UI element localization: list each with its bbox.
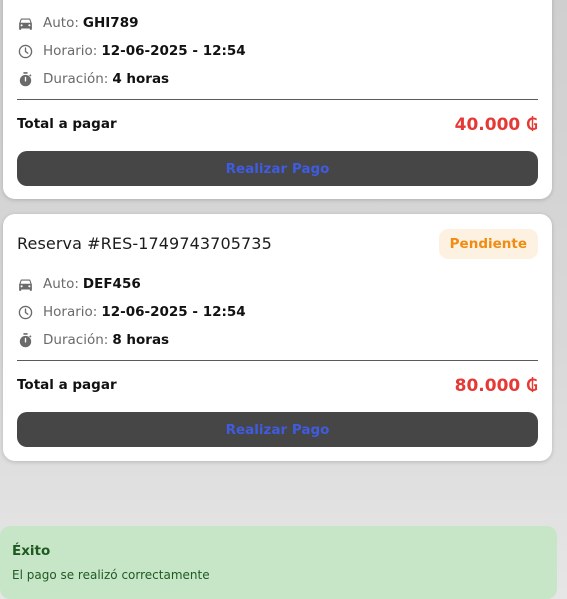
toast-message: El pago se realizó correctamente (12, 568, 210, 582)
schedule-value: 12-06-2025 - 12:54 (101, 304, 246, 320)
car-icon (17, 276, 34, 293)
duration-row: Duración: 8 horas (17, 331, 169, 349)
reservation-card: Reserva #RES-1749743705735 Pendiente Aut… (3, 214, 552, 461)
schedule-row: Horario: 12-06-2025 - 12:54 (17, 303, 246, 321)
clock-icon (17, 304, 34, 321)
success-toast: Éxito El pago se realizó correctamente (0, 526, 557, 599)
stopwatch-icon (17, 332, 34, 349)
duration-label: Duración: (43, 332, 109, 348)
total-amount: 80.000 ₲ (454, 376, 538, 396)
pay-button[interactable]: Realizar Pago (17, 412, 538, 447)
divider (17, 99, 538, 100)
schedule-label: Horario: (43, 43, 98, 59)
reservation-card: Auto: GHI789 Horario: 12-06-2025 - 12:54… (3, 0, 552, 199)
total-label: Total a pagar (17, 116, 117, 132)
reservation-title: Reserva #RES-1749743705735 (17, 234, 272, 253)
schedule-value: 12-06-2025 - 12:54 (101, 43, 246, 59)
duration-row: Duración: 4 horas (17, 70, 169, 88)
car-label: Auto: (43, 276, 79, 292)
car-icon (17, 15, 34, 32)
schedule-label: Horario: (43, 304, 98, 320)
toast-title: Éxito (12, 543, 51, 559)
total-label: Total a pagar (17, 377, 117, 393)
status-badge: Pendiente (438, 229, 538, 259)
divider (17, 360, 538, 361)
duration-label: Duración: (43, 71, 109, 87)
schedule-row: Horario: 12-06-2025 - 12:54 (17, 42, 246, 60)
stopwatch-icon (17, 71, 34, 88)
car-row: Auto: DEF456 (17, 275, 141, 293)
duration-value: 8 horas (112, 332, 170, 348)
pay-button[interactable]: Realizar Pago (17, 151, 538, 186)
total-amount: 40.000 ₲ (454, 115, 538, 135)
car-plate: DEF456 (82, 276, 141, 292)
duration-value: 4 horas (112, 71, 170, 87)
clock-icon (17, 43, 34, 60)
car-plate: GHI789 (82, 15, 139, 31)
car-label: Auto: (43, 15, 79, 31)
car-row: Auto: GHI789 (17, 14, 139, 32)
